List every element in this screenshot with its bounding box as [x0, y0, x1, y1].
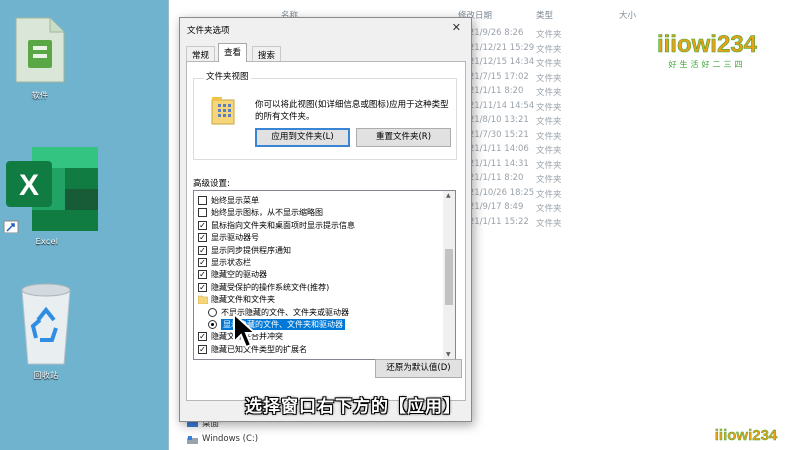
column-header-size[interactable]: 大小 [619, 9, 636, 21]
advanced-settings-label: 高级设置: [193, 179, 230, 189]
folder-options-dialog: 文件夹选项 ✕ 常规 查看 搜索 文件夹视图 你可以将此视图(如详细信息或图标)… [179, 17, 472, 422]
svg-text:iiiowi234: iiiowi234 [657, 31, 758, 58]
brand-logo: iiiowi234 好生活好二三四 [657, 31, 758, 69]
folder-view-legend: 文件夹视图 [204, 70, 251, 82]
file-type: 文件夹 [536, 146, 562, 156]
checkbox-checked-icon: ✓ [198, 344, 207, 354]
close-icon[interactable]: ✕ [452, 21, 461, 34]
restore-defaults-button[interactable]: 还原为默认值(D) [375, 359, 462, 378]
scroll-up-icon[interactable]: ▲ [446, 192, 451, 199]
radio-selected-icon [208, 320, 217, 329]
svg-text:好生活好二三四: 好生活好二三四 [669, 59, 746, 69]
folder-icon [198, 295, 208, 305]
file-type: 文件夹 [536, 218, 562, 229]
radio-icon [208, 307, 217, 317]
file-type: 文件夹 [536, 30, 562, 40]
file-type: 文件夹 [536, 59, 562, 69]
mouse-cursor-icon [233, 312, 258, 349]
advanced-setting-label: 隐藏空的驱动器 [211, 270, 267, 280]
advanced-setting-label: 隐藏受保护的操作系统文件(推荐) [211, 282, 330, 292]
file-type: 文件夹 [536, 73, 562, 84]
file-type: 文件夹 [536, 189, 562, 200]
reset-folders-button[interactable]: 重置文件夹(R) [356, 128, 451, 147]
advanced-settings-scrollbar[interactable]: ▲ ▼ [443, 191, 455, 359]
file-type: 文件夹 [536, 117, 562, 127]
checkbox-checked-icon: ✓ [198, 270, 207, 280]
file-type: 文件夹 [536, 44, 562, 55]
scroll-down-icon[interactable]: ▼ [446, 351, 451, 358]
folder-view-icon [211, 97, 235, 125]
desktop-icon-software[interactable]: 软件 [0, 14, 90, 101]
file-type: 文件夹 [536, 88, 562, 98]
file-type: 文件夹 [536, 160, 562, 171]
tab-search[interactable]: 搜索 [252, 46, 282, 61]
advanced-setting-label: 显示驱动器号 [211, 233, 259, 243]
folder-zip-icon [15, 17, 65, 83]
checkbox-checked-icon: ✓ [198, 282, 207, 292]
checkbox-checked-icon: ✓ [198, 258, 207, 267]
video-caption: 选择窗口右下方的【应用】 [245, 397, 461, 417]
folder-view-description: 你可以将此视图(如详细信息或图标)应用于这种类型的所有文件夹。 [255, 100, 449, 122]
svg-text:iiiowi234: iiiowi234 [715, 427, 778, 444]
checkbox-checked-icon: ✓ [198, 245, 207, 255]
brand-logo-small: iiiowi234 [715, 427, 779, 444]
advanced-setting-label: 显示状态栏 [211, 258, 251, 267]
checkbox-icon [198, 208, 207, 218]
checkbox-checked-icon: ✓ [198, 332, 207, 342]
checkbox-checked-icon: ✓ [198, 220, 207, 230]
advanced-setting-label: 始终显示菜单 [211, 196, 259, 205]
drive-icon [187, 436, 198, 444]
tab-general[interactable]: 常规 [186, 46, 216, 61]
dialog-title: 文件夹选项 [187, 26, 230, 36]
svg-text:X: X [19, 169, 39, 202]
desktop: 软件 X Excel 回收站 [0, 0, 168, 450]
recycle-bin-icon [21, 283, 71, 365]
advanced-setting-label: 鼠标指向文件夹和桌面项时显示提示信息 [211, 220, 355, 230]
file-type: 文件夹 [536, 131, 562, 142]
apply-to-folders-button[interactable]: 应用到文件夹(L) [255, 128, 350, 147]
checkbox-checked-icon: ✓ [198, 233, 207, 243]
desktop-icon-recycle-bin[interactable]: 回收站 [0, 280, 96, 381]
tab-view[interactable]: 查看 [218, 43, 248, 62]
desktop-icon-label: 软件 [31, 91, 49, 100]
column-header-type[interactable]: 类型 [536, 9, 553, 21]
excel-icon: X [3, 147, 98, 233]
desktop-icon-excel[interactable]: X Excel [2, 145, 102, 246]
checkbox-icon [198, 196, 207, 205]
file-type: 文件夹 [536, 175, 562, 185]
advanced-setting-label: 隐藏文件和文件夹 [211, 295, 275, 305]
desktop-icon-label: Excel [35, 237, 59, 246]
advanced-setting-label: 始终显示图标，从不显示缩略图 [211, 208, 323, 218]
scrollbar-thumb[interactable] [445, 249, 453, 305]
desktop-icon-label: 回收站 [33, 371, 59, 380]
nav-item-drive-c[interactable]: Windows (C:) [202, 434, 258, 444]
advanced-setting-label: 显示同步提供程序通知 [211, 245, 291, 255]
file-type: 文件夹 [536, 102, 562, 113]
file-type: 文件夹 [536, 204, 562, 214]
advanced-setting-label: 隐藏已知文件类型的扩展名 [211, 344, 307, 354]
